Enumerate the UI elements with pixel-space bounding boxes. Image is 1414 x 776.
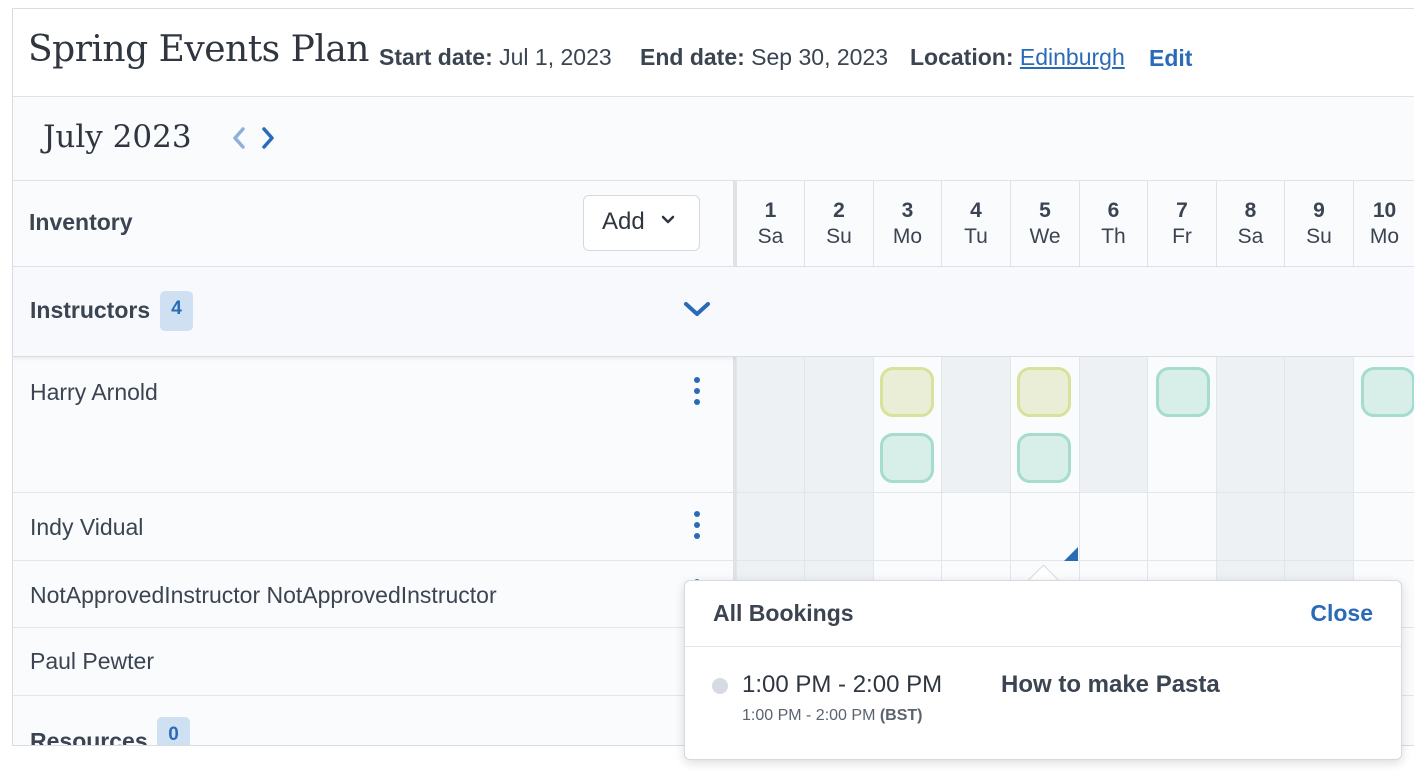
booking-title[interactable]: How to make Pasta <box>1001 671 1220 699</box>
day-of-week: Sa <box>757 225 784 248</box>
calendar-cell[interactable] <box>941 493 1010 561</box>
calendar-cell[interactable] <box>736 357 804 493</box>
day-number: 5 <box>1039 199 1051 222</box>
calendar-cell[interactable] <box>1147 493 1216 561</box>
day-number: 9 <box>1313 199 1325 222</box>
day-number: 10 <box>1372 199 1397 222</box>
inventory-label: Inventory <box>29 209 133 235</box>
booking-local-time: 1:00 PM - 2:00 PM (BST) <box>742 707 923 724</box>
instructor-name: Harry Arnold <box>30 379 158 405</box>
booking-chip[interactable] <box>1361 367 1414 417</box>
calendar-cell[interactable] <box>1216 357 1284 493</box>
plan-header: Spring Events Plan Start date: Jul 1, 20… <box>13 9 1414 97</box>
day-header-7: 7 Fr <box>1147 181 1216 267</box>
calendar-cell[interactable] <box>1079 357 1147 493</box>
booking-chip[interactable] <box>880 433 934 483</box>
end-date: End date: Sep 30, 2023 <box>640 44 889 70</box>
month-title: July 2023 <box>43 119 192 155</box>
chevron-down-icon <box>661 215 675 224</box>
booking-chip[interactable] <box>1156 367 1210 417</box>
day-number: 7 <box>1176 199 1188 222</box>
add-button[interactable]: Add <box>583 195 700 251</box>
day-header-3: 3 Mo <box>873 181 941 267</box>
day-of-week: Fr <box>1172 225 1192 248</box>
day-header-1: 1 Sa <box>736 181 804 267</box>
day-header-8: 8 Sa <box>1216 181 1284 267</box>
booking-indicator[interactable] <box>1064 547 1078 561</box>
popup-title: All Bookings <box>713 600 854 626</box>
status-dot <box>712 678 728 694</box>
group-label: Resources <box>30 728 148 746</box>
location-link[interactable]: Edinburgh <box>1020 44 1125 70</box>
day-of-week: Sa <box>1237 225 1264 248</box>
day-of-week: We <box>1029 225 1061 248</box>
day-number: 2 <box>833 199 845 222</box>
location: Location: Edinburgh <box>910 44 1125 70</box>
chevron-left-icon[interactable] <box>227 123 251 153</box>
instructor-name: Paul Pewter <box>30 648 155 674</box>
instructor-row: Indy Vidual <box>13 493 733 561</box>
start-date: Start date: Jul 1, 2023 <box>379 44 612 70</box>
close-button[interactable]: Close <box>1310 600 1373 627</box>
calendar-cell[interactable] <box>1353 493 1414 561</box>
calendar-cell[interactable] <box>1284 357 1353 493</box>
instructor-name: NotApprovedInstructor NotApprovedInstruc… <box>30 582 497 608</box>
day-header-2: 2 Su <box>804 181 873 267</box>
day-header-10: 10 Mo <box>1353 181 1414 267</box>
group-label: Instructors <box>30 297 151 323</box>
page-title: Spring Events Plan <box>28 29 369 70</box>
calendar-cell[interactable] <box>1079 493 1147 561</box>
day-of-week: Mo <box>892 225 923 248</box>
day-header-5: 5 We <box>1010 181 1079 267</box>
count-badge: 4 <box>160 291 193 331</box>
day-of-week: Th <box>1101 225 1126 248</box>
day-header-4: 4 Tu <box>941 181 1010 267</box>
day-number: 3 <box>901 199 914 222</box>
calendar-cell[interactable] <box>736 493 804 561</box>
chevron-right-icon[interactable] <box>256 123 280 153</box>
day-of-week: Tu <box>964 225 988 248</box>
booking-chip[interactable] <box>1017 367 1071 417</box>
day-of-week: Su <box>826 225 852 248</box>
booking-time[interactable]: 1:00 PM - 2:00 PM <box>742 671 942 699</box>
group-resources[interactable]: Resources 0 <box>13 696 733 746</box>
calendar-cell[interactable] <box>1216 493 1284 561</box>
group-instructors[interactable]: Instructors 4 <box>13 267 1414 357</box>
instructor-row: Harry Arnold <box>13 357 733 493</box>
instructor-name: Indy Vidual <box>30 514 144 540</box>
more-options-icon[interactable] <box>691 377 703 409</box>
month-bar: July 2023 <box>13 97 1414 181</box>
calendar-cell[interactable] <box>804 357 873 493</box>
day-number: 8 <box>1244 199 1257 222</box>
booking-chip[interactable] <box>880 367 934 417</box>
calendar-cell[interactable] <box>873 493 941 561</box>
day-number: 1 <box>764 199 777 222</box>
edit-button[interactable]: Edit <box>1149 45 1192 72</box>
bookings-popup: All Bookings Close 1:00 PM - 2:00 PM 1:0… <box>684 580 1402 760</box>
calendar-cell[interactable] <box>1284 493 1353 561</box>
day-header-9: 9 Su <box>1284 181 1353 267</box>
chevron-down-icon[interactable] <box>683 301 711 319</box>
day-of-week: Su <box>1306 225 1332 248</box>
instructor-row: NotApprovedInstructor NotApprovedInstruc… <box>13 561 733 628</box>
instructor-row: Paul Pewter <box>13 628 733 696</box>
calendar-cell[interactable] <box>804 493 873 561</box>
more-options-icon[interactable] <box>691 511 703 543</box>
calendar-cell[interactable] <box>941 357 1010 493</box>
popup-header: All Bookings Close <box>685 581 1401 647</box>
day-of-week: Mo <box>1369 225 1400 248</box>
day-header-6: 6 Th <box>1079 181 1147 267</box>
day-number: 4 <box>970 199 982 222</box>
day-number: 6 <box>1107 199 1120 222</box>
booking-chip[interactable] <box>1017 433 1071 483</box>
count-badge: 0 <box>157 717 190 745</box>
